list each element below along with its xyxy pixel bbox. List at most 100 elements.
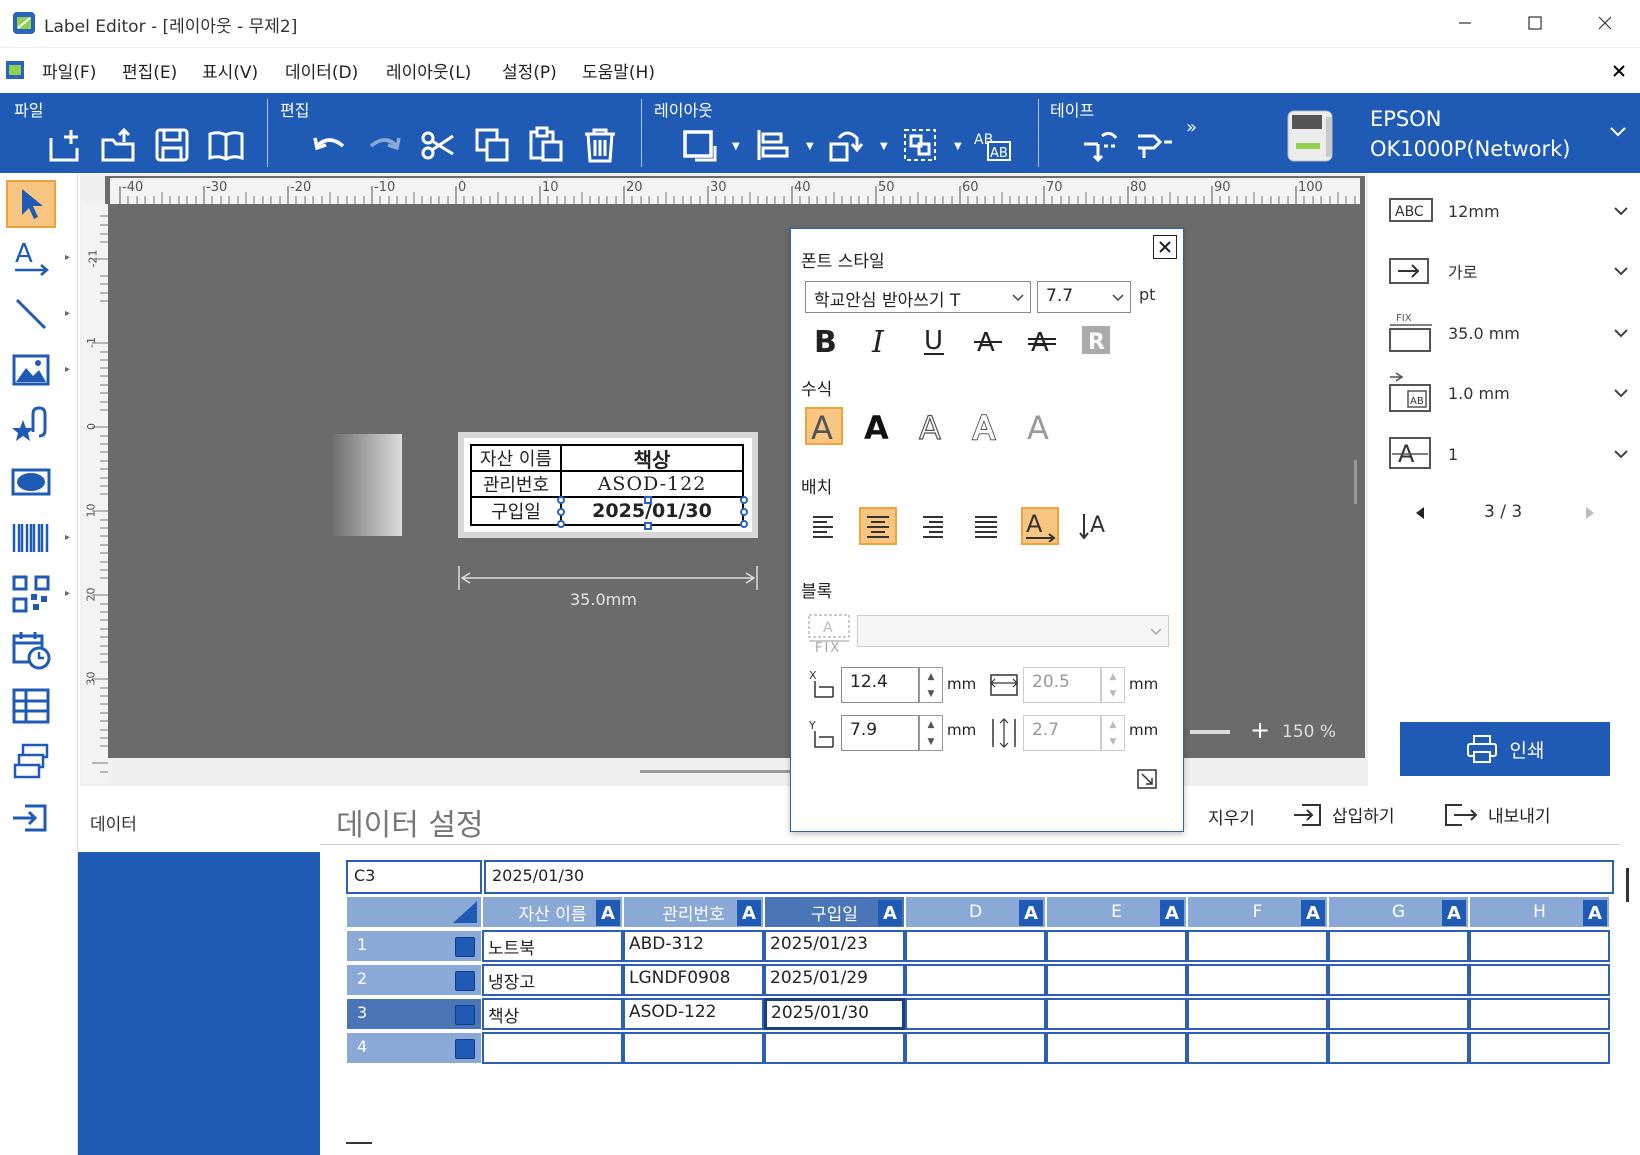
font-name-select[interactable]: 학교안심 받아쓰기 T <box>805 281 1031 313</box>
select-tool[interactable] <box>6 180 56 228</box>
horizontal-scrollbar[interactable] <box>640 770 790 773</box>
tape-cut-button[interactable] <box>1080 125 1120 165</box>
menu-view[interactable]: 표시(V) <box>202 58 258 83</box>
grid-cell[interactable] <box>1046 1032 1187 1064</box>
tape-feed-button[interactable] <box>1134 125 1174 165</box>
x-position-input[interactable]: 12.4 <box>841 667 919 703</box>
row-header[interactable]: 2 <box>346 964 482 996</box>
image-tool-caret[interactable]: ▸ <box>65 364 70 375</box>
grid-cell[interactable] <box>905 964 1046 996</box>
grid-cell[interactable] <box>905 930 1046 962</box>
grid-cell[interactable] <box>482 1032 623 1064</box>
new-button[interactable] <box>44 125 84 165</box>
orientation-dropdown[interactable]: 가로 <box>1388 246 1628 296</box>
fit-width-button[interactable]: A <box>1021 507 1059 545</box>
serial-tool[interactable] <box>6 738 56 786</box>
datetime-tool[interactable] <box>6 626 56 674</box>
grid-cell[interactable] <box>1328 930 1469 962</box>
grid-cell[interactable]: 냉장고 <box>482 964 623 996</box>
zoom-slider[interactable] <box>1190 730 1230 734</box>
tape-width-dropdown[interactable]: ABC 12mm <box>1388 186 1628 236</box>
resize-handle[interactable] <box>644 496 652 504</box>
effect-outline-button[interactable]: A <box>913 407 951 445</box>
import-tool[interactable] <box>6 794 56 842</box>
text-fit-button[interactable]: AB AB <box>972 125 1012 165</box>
text-tool-caret[interactable]: ▸ <box>65 252 70 263</box>
cell-reference[interactable]: C3 <box>346 860 482 894</box>
redo-button[interactable] <box>364 125 404 165</box>
double-strikethrough-button[interactable]: A <box>1023 321 1061 359</box>
clipart-tool[interactable] <box>6 402 56 450</box>
y-position-input[interactable]: 7.9 <box>841 715 919 751</box>
grid-cell[interactable] <box>1046 998 1187 1030</box>
grid-cell[interactable]: 노트북 <box>482 930 623 962</box>
save-button[interactable] <box>152 125 192 165</box>
qrcode-tool-caret[interactable]: ▸ <box>65 588 70 599</box>
column-header[interactable]: FA <box>1187 896 1328 928</box>
text-format-icon[interactable]: A <box>596 900 620 926</box>
close-window-button[interactable] <box>1570 0 1640 46</box>
label-value-cell[interactable]: 책상 <box>560 444 744 472</box>
image-tool[interactable] <box>6 346 56 394</box>
row-header-selected[interactable]: 3 <box>346 998 482 1030</box>
rotate-button[interactable] <box>826 125 866 165</box>
printer-dropdown[interactable] <box>1610 127 1626 137</box>
frame-button[interactable] <box>680 125 720 165</box>
popup-expand-button[interactable] <box>1137 769 1157 789</box>
fix-block-button[interactable]: A FIX <box>807 613 851 657</box>
row-checkbox[interactable] <box>455 1005 475 1025</box>
grid-cell[interactable] <box>1187 930 1328 962</box>
grid-cell[interactable]: 2025/01/23 <box>764 930 905 962</box>
menu-layout[interactable]: 레이아웃(L) <box>386 58 471 83</box>
print-button[interactable]: 인쇄 <box>1400 722 1610 776</box>
grid-cell[interactable] <box>1046 964 1187 996</box>
barcode-tool-caret[interactable]: ▸ <box>65 532 70 543</box>
align-justify-button[interactable] <box>967 507 1005 545</box>
export-button[interactable]: 내보내기 <box>1444 802 1551 827</box>
vertical-text-button[interactable]: A <box>1075 507 1113 545</box>
label-preview[interactable]: 자산 이름 책상 관리번호 ASOD-122 구입일 2025/01/30 <box>458 432 758 538</box>
label-value-cell-selected[interactable]: 2025/01/30 <box>560 496 744 526</box>
column-header[interactable]: DA <box>905 896 1046 928</box>
library-button[interactable] <box>206 125 246 165</box>
menu-data[interactable]: 데이터(D) <box>285 58 358 83</box>
label-value-cell[interactable]: ASOD-122 <box>560 470 744 498</box>
font-size-select[interactable]: 7.7 <box>1037 281 1131 313</box>
column-header[interactable]: HA <box>1469 896 1610 928</box>
menu-settings[interactable]: 설정(P) <box>502 58 557 83</box>
group-button[interactable] <box>900 125 940 165</box>
effect-double-outline-button[interactable]: AA <box>967 407 1005 445</box>
bold-button[interactable]: B <box>807 321 845 359</box>
column-header[interactable]: GA <box>1328 896 1469 928</box>
resize-handle[interactable] <box>644 522 652 530</box>
cell-value-input[interactable]: 2025/01/30 <box>484 860 1614 894</box>
resize-handle[interactable] <box>740 508 748 516</box>
table-tool[interactable] <box>6 682 56 730</box>
height-spinner[interactable]: ▲ ▼ <box>1101 715 1125 751</box>
vertical-scrollbar[interactable] <box>1626 868 1629 902</box>
row-checkbox[interactable] <box>455 937 475 957</box>
insert-button[interactable]: 삽입하기 <box>1292 802 1395 827</box>
grid-cell[interactable] <box>1328 964 1469 996</box>
grid-cell[interactable] <box>1328 1032 1469 1064</box>
horizontal-scrollbar[interactable] <box>346 1142 372 1144</box>
margin-dropdown[interactable]: AB 1.0 mm <box>1388 362 1628 424</box>
row-checkbox[interactable] <box>455 1039 475 1059</box>
effect-normal-button[interactable]: A <box>805 407 843 445</box>
grid-cell[interactable] <box>623 1032 764 1064</box>
open-button[interactable] <box>98 125 138 165</box>
ribbon-more-button[interactable]: » <box>1186 117 1197 138</box>
menu-file[interactable]: 파일(F) <box>42 58 96 83</box>
text-format-icon[interactable]: A <box>1442 900 1466 926</box>
underline-button[interactable]: U <box>915 321 953 359</box>
length-dropdown[interactable]: FIX 35.0 mm <box>1388 302 1628 364</box>
grid-cell[interactable] <box>905 998 1046 1030</box>
column-header[interactable]: 관리번호 A <box>623 896 764 928</box>
width-spinner[interactable]: ▲ ▼ <box>1101 667 1125 703</box>
resize-handle[interactable] <box>740 496 748 504</box>
close-doc-button[interactable] <box>1612 64 1626 78</box>
text-format-icon[interactable]: A <box>1019 900 1043 926</box>
column-header[interactable]: 자산 이름 A <box>482 896 623 928</box>
align-button[interactable] <box>752 125 792 165</box>
text-format-icon[interactable]: A <box>878 900 902 926</box>
